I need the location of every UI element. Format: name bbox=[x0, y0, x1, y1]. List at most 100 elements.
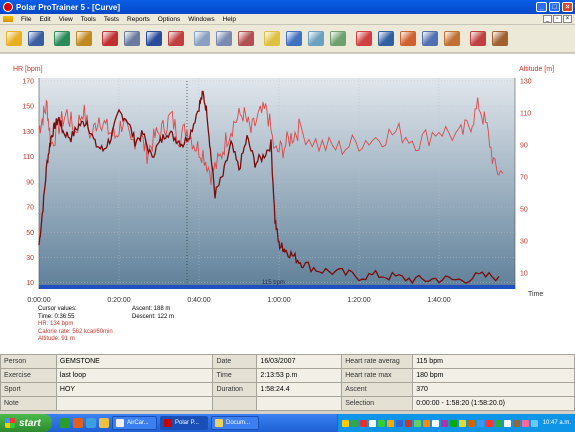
open-folder-icon bbox=[6, 31, 22, 46]
graph3-icon bbox=[400, 31, 416, 46]
polar-app-icon bbox=[3, 2, 13, 12]
maximize-button[interactable]: □ bbox=[549, 2, 560, 12]
menu-reports[interactable]: Reports bbox=[123, 16, 154, 23]
tray-icon[interactable] bbox=[449, 419, 457, 427]
cursor-altitude: Altitude: 91 m bbox=[38, 336, 75, 343]
tray-icon[interactable] bbox=[530, 419, 538, 427]
task-polar[interactable]: Polar P... bbox=[160, 416, 208, 430]
start-label: start bbox=[19, 417, 41, 429]
altitude-tick-label: 10 bbox=[520, 271, 528, 278]
chart-button[interactable] bbox=[100, 29, 120, 49]
hr-tick-label: 10 bbox=[26, 280, 34, 287]
start-button[interactable]: start bbox=[0, 414, 52, 432]
search-icon bbox=[264, 31, 280, 46]
info-value: HOY bbox=[55, 382, 214, 397]
add-exercise-icon bbox=[54, 31, 70, 46]
save-button[interactable] bbox=[26, 29, 46, 49]
download-button[interactable] bbox=[284, 29, 304, 49]
task-aircar[interactable]: AirCar... bbox=[112, 416, 157, 430]
tray-icon[interactable] bbox=[359, 419, 367, 427]
time-tick-label: 0:00:00 bbox=[27, 297, 50, 304]
tray-icon[interactable] bbox=[350, 419, 358, 427]
laps-button[interactable] bbox=[236, 29, 256, 49]
graph1-button[interactable] bbox=[354, 29, 374, 49]
info-value bbox=[55, 396, 214, 411]
tray-icon[interactable] bbox=[440, 419, 448, 427]
add-note-button[interactable] bbox=[74, 29, 94, 49]
tray-icon[interactable] bbox=[512, 419, 520, 427]
hr-axis-title: HR [bpm] bbox=[13, 66, 43, 73]
info-label: Ascent bbox=[341, 382, 414, 397]
info-label: Exercise bbox=[0, 368, 57, 383]
menu-file[interactable]: File bbox=[17, 16, 35, 23]
tray-icon[interactable] bbox=[404, 419, 412, 427]
search-button[interactable] bbox=[262, 29, 282, 49]
menu-view[interactable]: View bbox=[55, 16, 77, 23]
mdi-minimize-button[interactable]: _ bbox=[543, 15, 552, 23]
tray-icon[interactable] bbox=[368, 419, 376, 427]
mdi-close-button[interactable]: × bbox=[563, 15, 572, 23]
info-label: Selection bbox=[341, 396, 414, 411]
menu-edit[interactable]: Edit bbox=[35, 16, 54, 23]
save-icon bbox=[28, 31, 44, 46]
wave-button[interactable] bbox=[328, 29, 348, 49]
minimize-button[interactable]: _ bbox=[536, 2, 547, 12]
graph3-button[interactable] bbox=[398, 29, 418, 49]
menu-tests[interactable]: Tests bbox=[100, 16, 123, 23]
tray-icon[interactable] bbox=[422, 419, 430, 427]
graph2-button[interactable] bbox=[376, 29, 396, 49]
book-button[interactable] bbox=[144, 29, 164, 49]
tray-icon[interactable] bbox=[413, 419, 421, 427]
sync-button[interactable] bbox=[306, 29, 326, 49]
report-button[interactable] bbox=[468, 29, 488, 49]
menu-bar: File Edit View Tools Tests Reports Optio… bbox=[0, 14, 575, 25]
info-label: Time bbox=[212, 368, 258, 383]
tray-icon[interactable] bbox=[503, 419, 511, 427]
info-value: 16/03/2007 bbox=[256, 354, 343, 369]
clock: 10:47 a.m. bbox=[542, 420, 571, 426]
menu-tools[interactable]: Tools bbox=[77, 16, 100, 23]
quicklaunch-icon[interactable] bbox=[60, 418, 70, 428]
menu-windows[interactable]: Windows bbox=[184, 16, 218, 23]
hr-tick-label: 70 bbox=[26, 205, 34, 212]
info-label: Note bbox=[0, 396, 57, 411]
curve-button[interactable] bbox=[192, 29, 212, 49]
cursor-hr: HR: 134 bpm bbox=[38, 321, 74, 328]
task-documents[interactable]: Docum... bbox=[211, 416, 259, 430]
info-label: Heart rate max bbox=[341, 368, 414, 383]
tray-icon[interactable] bbox=[485, 419, 493, 427]
add-exercise-button[interactable] bbox=[52, 29, 72, 49]
tray-icon[interactable] bbox=[476, 419, 484, 427]
calendar-button[interactable] bbox=[122, 29, 142, 49]
users-button[interactable] bbox=[490, 29, 510, 49]
report-icon bbox=[470, 31, 486, 46]
tray-icon[interactable] bbox=[494, 419, 502, 427]
hr-tick-label: 110 bbox=[23, 154, 34, 161]
quicklaunch-icon[interactable] bbox=[73, 418, 83, 428]
quicklaunch-icon[interactable] bbox=[99, 418, 109, 428]
graph4-button[interactable] bbox=[420, 29, 440, 49]
tray-icon[interactable] bbox=[521, 419, 529, 427]
open-folder-button[interactable] bbox=[4, 29, 24, 49]
tray-icon[interactable] bbox=[341, 419, 349, 427]
tray-icon[interactable] bbox=[458, 419, 466, 427]
window-title: Polar ProTrainer 5 - [Curve] bbox=[16, 2, 121, 12]
mdi-restore-button[interactable]: ▫ bbox=[553, 15, 562, 23]
download-icon bbox=[286, 31, 302, 46]
menu-options[interactable]: Options bbox=[154, 16, 184, 23]
zones-button[interactable] bbox=[214, 29, 234, 49]
color-button[interactable] bbox=[166, 29, 186, 49]
tray-icon[interactable] bbox=[377, 419, 385, 427]
tray-icon[interactable] bbox=[467, 419, 475, 427]
menu-help[interactable]: Help bbox=[219, 16, 240, 23]
graph5-button[interactable] bbox=[442, 29, 462, 49]
tray-icon[interactable] bbox=[395, 419, 403, 427]
tray-icon[interactable] bbox=[431, 419, 439, 427]
tray-icon[interactable] bbox=[386, 419, 394, 427]
hr-limit-label: 115 bpm bbox=[262, 280, 285, 286]
close-button[interactable]: × bbox=[562, 2, 573, 12]
curve-icon bbox=[194, 31, 210, 46]
hr-tick-label: 90 bbox=[26, 179, 34, 186]
quicklaunch-icon[interactable] bbox=[86, 418, 96, 428]
altitude-tick-label: 50 bbox=[520, 207, 528, 214]
